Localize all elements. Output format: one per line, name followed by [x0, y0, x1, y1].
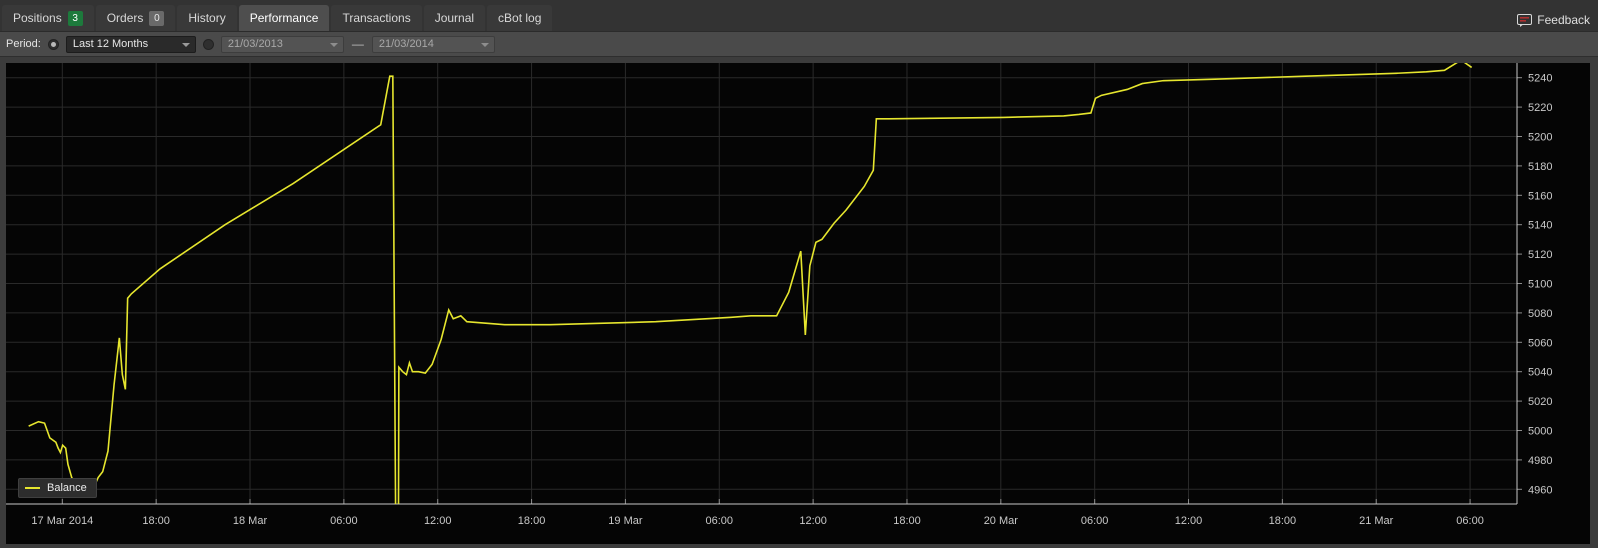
svg-text:5160: 5160 — [1528, 190, 1552, 202]
balance-line-chart: 4960 4980 5000 5020 5040 5060 5080 5100 5120 5140… — [6, 63, 1590, 544]
feedback-button[interactable]: Feedback — [1517, 13, 1590, 27]
speech-bubble-icon — [1517, 13, 1533, 27]
tab-label: History — [188, 11, 226, 25]
svg-text:18 Mar: 18 Mar — [233, 515, 268, 527]
svg-text:18:00: 18:00 — [893, 515, 921, 527]
period-preset-radio[interactable] — [47, 38, 59, 50]
svg-text:5240: 5240 — [1528, 73, 1552, 85]
range-separator: — — [351, 37, 364, 51]
svg-text:06:00: 06:00 — [330, 515, 358, 527]
tab-badge: 3 — [67, 10, 83, 26]
tab-positions[interactable]: Positions 3 — [2, 5, 94, 31]
tab-journal[interactable]: Journal — [423, 5, 486, 31]
svg-text:5040: 5040 — [1528, 367, 1552, 379]
period-label: Period: — [6, 38, 41, 50]
tab-label: cBot log — [498, 11, 542, 25]
tab-label: Transactions — [342, 11, 411, 25]
svg-text:18:00: 18:00 — [142, 515, 170, 527]
feedback-label: Feedback — [1537, 13, 1590, 27]
svg-text:5220: 5220 — [1528, 102, 1552, 114]
svg-text:18:00: 18:00 — [518, 515, 546, 527]
tab-label: Orders — [106, 11, 144, 25]
tab-performance[interactable]: Performance — [238, 5, 330, 31]
svg-text:5140: 5140 — [1528, 220, 1552, 232]
legend-color-swatch — [25, 487, 40, 489]
svg-text:18:00: 18:00 — [1269, 515, 1297, 527]
svg-text:17 Mar 2014: 17 Mar 2014 — [31, 515, 93, 527]
period-date-from[interactable]: 21/03/2013 — [220, 35, 344, 53]
chevron-down-icon — [480, 42, 489, 47]
period-preset-select[interactable]: Last 12 Months — [65, 35, 196, 53]
performance-chart-panel: 4960 4980 5000 5020 5040 5060 5080 5100 5120 5140… — [0, 57, 1598, 548]
tab-badge: 0 — [149, 10, 165, 26]
legend-label: Balance — [47, 482, 87, 494]
svg-text:5020: 5020 — [1528, 396, 1552, 408]
svg-text:20 Mar: 20 Mar — [984, 515, 1019, 527]
svg-text:4980: 4980 — [1528, 455, 1552, 467]
svg-text:5080: 5080 — [1528, 308, 1552, 320]
period-toolbar: Period: Last 12 Months 21/03/2013 — 21/0… — [0, 32, 1598, 57]
tab-history[interactable]: History — [177, 5, 237, 31]
period-custom-radio[interactable] — [202, 38, 214, 50]
svg-text:5200: 5200 — [1528, 132, 1552, 144]
tab-label: Performance — [249, 11, 319, 25]
chevron-down-icon — [329, 42, 338, 47]
svg-text:5100: 5100 — [1528, 279, 1552, 291]
svg-text:5120: 5120 — [1528, 249, 1552, 261]
svg-text:06:00: 06:00 — [1081, 515, 1109, 527]
svg-text:5180: 5180 — [1528, 161, 1552, 173]
period-date-to-value: 21/03/2014 — [378, 37, 434, 50]
svg-text:19 Mar: 19 Mar — [608, 515, 643, 527]
svg-text:06:00: 06:00 — [706, 515, 734, 527]
chart-legend[interactable]: Balance — [18, 478, 97, 498]
period-date-to[interactable]: 21/03/2014 — [371, 35, 495, 53]
tab-orders[interactable]: Orders 0 — [95, 5, 176, 31]
chart-plot-area[interactable]: 4960 4980 5000 5020 5040 5060 5080 5100 5120 5140… — [6, 63, 1590, 544]
tab-bar: Positions 3 Orders 0 History Performance Trans… — [0, 0, 1598, 32]
svg-text:5000: 5000 — [1528, 426, 1552, 438]
svg-text:12:00: 12:00 — [1175, 515, 1203, 527]
period-preset-value: Last 12 Months — [72, 37, 149, 50]
chevron-down-icon — [181, 42, 190, 47]
tab-label: Positions — [13, 11, 62, 25]
svg-text:21 Mar: 21 Mar — [1359, 515, 1394, 527]
tab-cbot-log[interactable]: cBot log — [487, 5, 553, 31]
svg-text:12:00: 12:00 — [799, 515, 827, 527]
svg-text:06:00: 06:00 — [1456, 515, 1484, 527]
period-date-from-value: 21/03/2013 — [227, 37, 283, 50]
svg-text:12:00: 12:00 — [424, 515, 452, 527]
svg-text:4960: 4960 — [1528, 484, 1552, 496]
tab-transactions[interactable]: Transactions — [331, 5, 422, 31]
tab-label: Journal — [434, 11, 475, 25]
svg-text:5060: 5060 — [1528, 337, 1552, 349]
